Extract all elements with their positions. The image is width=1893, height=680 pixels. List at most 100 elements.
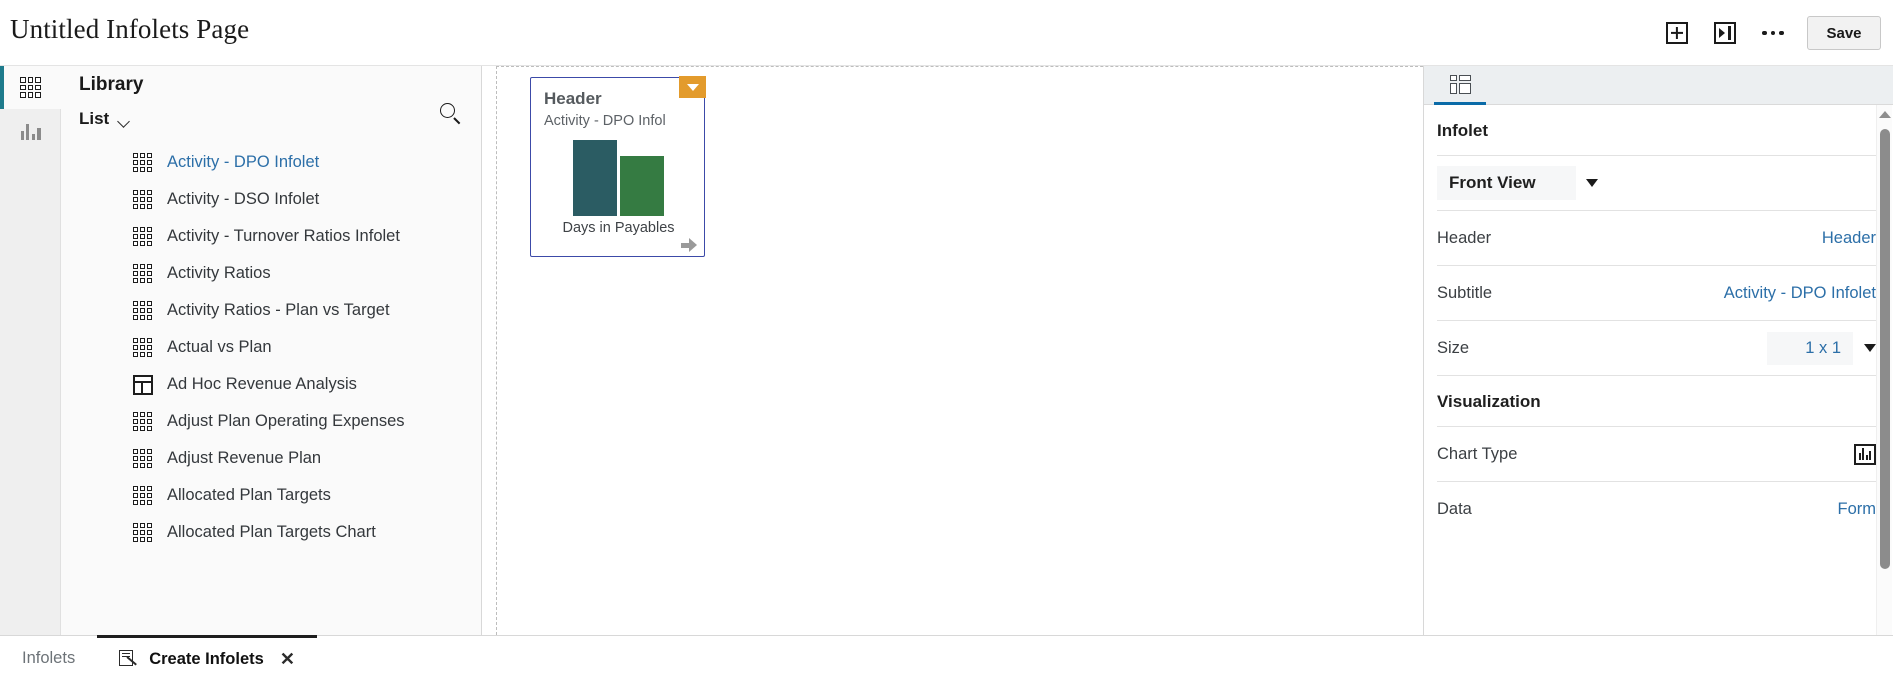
grid-icon — [133, 338, 155, 357]
form-icon — [133, 374, 155, 395]
create-infolets-icon — [119, 649, 139, 669]
infolet-bar-chart — [531, 138, 706, 216]
grid-icon — [133, 486, 155, 505]
view-select-value: Front View — [1437, 166, 1576, 200]
row-chart-type: Chart Type — [1424, 427, 1893, 481]
library-item[interactable]: Activity Ratios - Plan vs Target — [61, 292, 481, 329]
close-icon[interactable]: ✕ — [280, 650, 295, 668]
library-item[interactable]: Actual vs Plan — [61, 329, 481, 366]
grid-icon — [133, 412, 155, 431]
library-item-label: Activity Ratios — [167, 264, 271, 282]
row-header: Header Header — [1424, 211, 1893, 265]
bottom-tab[interactable]: Create Infolets ✕ — [97, 635, 317, 680]
add-infolet-button[interactable] — [1653, 7, 1701, 59]
left-icon-rail — [0, 66, 61, 635]
page-title: Untitled Infolets Page — [10, 14, 250, 44]
plus-square-icon — [1666, 22, 1688, 44]
library-view-label: List — [79, 109, 110, 128]
properties-tabbar — [1424, 66, 1893, 105]
library-panel: Library List Activity - DPO Infolet Activ… — [61, 66, 482, 635]
infolets-designer-app: Untitled Infolets Page Save Library List… — [0, 0, 1893, 680]
bar-chart-icon[interactable] — [1854, 443, 1876, 465]
grid-icon — [20, 77, 41, 98]
top-bar-actions: Save — [1653, 0, 1881, 66]
view-selector-row: Front View — [1424, 156, 1893, 210]
library-item[interactable]: Ad Hoc Revenue Analysis — [61, 366, 481, 403]
library-item-label: Allocated Plan Targets — [167, 486, 331, 504]
chevron-down-icon — [1864, 344, 1876, 352]
label-chart-type: Chart Type — [1437, 444, 1518, 463]
grid-icon — [133, 523, 155, 542]
library-item[interactable]: Adjust Revenue Plan — [61, 440, 481, 477]
chevron-down-icon — [1585, 179, 1598, 187]
rail-item-infolets[interactable] — [0, 66, 61, 109]
bar-chart-icon — [20, 121, 41, 140]
library-item[interactable]: Allocated Plan Targets Chart — [61, 514, 481, 551]
chevron-down-icon — [118, 117, 129, 124]
library-view-selector[interactable]: List — [79, 104, 464, 134]
grid-icon — [133, 190, 155, 209]
ellipsis-icon — [1762, 30, 1784, 36]
library-item[interactable]: Activity - DPO Infolet — [61, 144, 481, 181]
arrow-right-icon[interactable] — [681, 238, 697, 252]
library-item-label: Ad Hoc Revenue Analysis — [167, 375, 357, 393]
bottom-tab-bar: Infolets Create Infolets ✕ — [0, 635, 1893, 680]
bottom-tab-label: Create Infolets — [149, 649, 264, 668]
grid-icon — [133, 264, 155, 283]
value-data[interactable]: Form — [1838, 500, 1877, 519]
bottom-tab[interactable]: Infolets — [0, 636, 97, 680]
library-item[interactable]: Activity Ratios — [61, 255, 481, 292]
rail-item-charts[interactable] — [0, 109, 61, 152]
infolet-card-subtitle: Activity - DPO Infol — [544, 113, 666, 129]
library-item-label: Adjust Plan Operating Expenses — [167, 412, 405, 430]
library-item-label: Activity Ratios - Plan vs Target — [167, 301, 390, 319]
tab-infolet-layout[interactable] — [1434, 66, 1486, 105]
size-select[interactable]: 1 x 1 — [1767, 331, 1876, 365]
library-item-label: Activity - DSO Infolet — [167, 190, 320, 208]
library-item-label: Activity - Turnover Ratios Infolet — [167, 227, 400, 245]
bottom-tab-label: Infolets — [22, 648, 76, 667]
infolet-canvas: Header Activity - DPO Infol Days in Paya… — [482, 66, 1438, 635]
library-item[interactable]: Allocated Plan Targets — [61, 477, 481, 514]
scrollbar-thumb[interactable] — [1880, 129, 1890, 569]
collapse-panel-button[interactable] — [1701, 7, 1749, 59]
library-item[interactable]: Activity - DSO Infolet — [61, 181, 481, 218]
section-title-visualization: Visualization — [1437, 392, 1541, 411]
canvas-drop-area[interactable]: Header Activity - DPO Infol Days in Paya… — [496, 66, 1438, 635]
library-title: Library — [79, 74, 144, 95]
layout-icon — [1449, 74, 1471, 94]
library-item[interactable]: Adjust Plan Operating Expenses — [61, 403, 481, 440]
bar — [573, 140, 617, 216]
properties-scrollbar[interactable] — [1876, 105, 1892, 635]
value-subtitle[interactable]: Activity - DPO Infolet — [1724, 284, 1876, 303]
bar — [620, 156, 664, 216]
scroll-up-arrow-icon[interactable] — [1878, 111, 1891, 118]
grid-icon — [133, 301, 155, 320]
save-button[interactable]: Save — [1807, 16, 1881, 50]
top-bar: Untitled Infolets Page Save — [0, 0, 1893, 66]
row-subtitle: Subtitle Activity - DPO Infolet — [1424, 266, 1893, 320]
library-item[interactable]: Activity - Turnover Ratios Infolet — [61, 218, 481, 255]
more-options-button[interactable] — [1749, 7, 1797, 59]
collapse-right-icon — [1714, 22, 1736, 44]
infolet-card-menu-button[interactable] — [679, 76, 706, 98]
label-subtitle: Subtitle — [1437, 283, 1493, 302]
grid-icon — [133, 153, 155, 172]
size-select-value: 1 x 1 — [1767, 331, 1853, 365]
view-select[interactable]: Front View — [1437, 166, 1598, 200]
properties-body: Infolet Front View Header Header Subtitl… — [1424, 105, 1893, 635]
grid-icon — [133, 449, 155, 468]
caret-down-icon — [686, 83, 699, 91]
row-size: Size 1 x 1 — [1424, 321, 1893, 375]
infolet-card[interactable]: Header Activity - DPO Infol Days in Paya… — [530, 76, 706, 257]
infolet-chart-label: Days in Payables — [562, 220, 675, 236]
grid-icon — [133, 227, 155, 246]
value-header[interactable]: Header — [1822, 229, 1876, 248]
library-item-label: Actual vs Plan — [167, 338, 272, 356]
search-icon[interactable] — [439, 102, 463, 126]
label-header: Header — [1437, 228, 1492, 247]
label-data: Data — [1437, 499, 1472, 518]
library-item-list[interactable]: Activity - DPO Infolet Activity - DSO Inf… — [61, 144, 481, 635]
row-data: Data Form — [1424, 482, 1893, 536]
library-item-label: Activity - DPO Infolet — [167, 153, 320, 171]
